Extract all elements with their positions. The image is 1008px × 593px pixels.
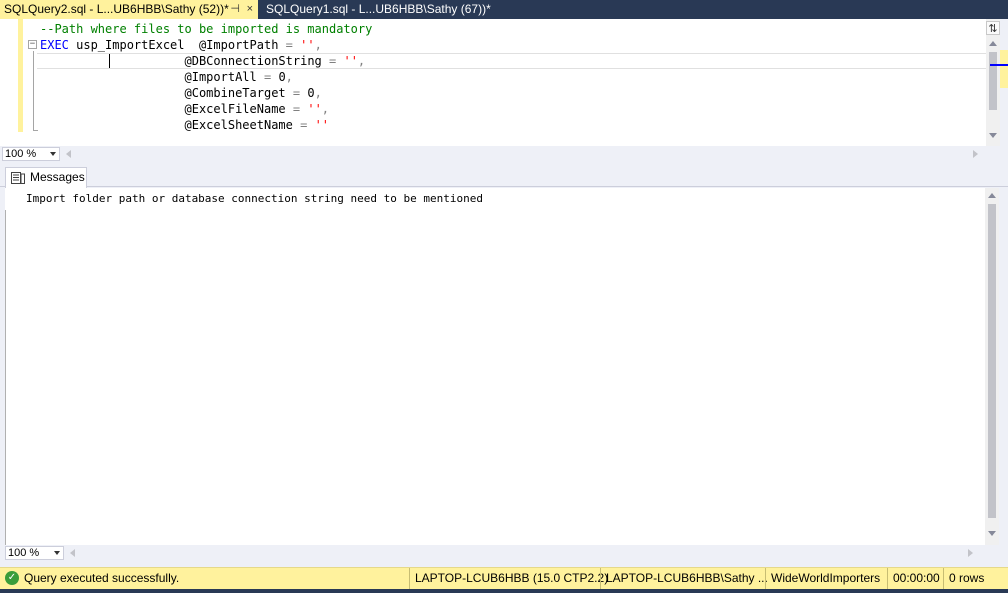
scroll-left-icon[interactable] <box>66 150 71 158</box>
fold-guide-line <box>33 51 34 131</box>
code-keyword-exec: EXEC <box>40 38 69 52</box>
chevron-down-icon[interactable] <box>50 152 56 156</box>
code-comma: , <box>285 70 293 84</box>
status-row-count: 0 rows <box>943 568 1008 589</box>
document-tab-strip: SQLQuery2.sql - L...UB6HBB\Sathy (52))* … <box>0 0 1008 19</box>
split-editor-icon[interactable]: ⇅ <box>986 21 1000 35</box>
code-operator: = <box>285 102 308 116</box>
messages-icon <box>11 172 25 184</box>
code-string: '' <box>343 54 358 68</box>
scroll-down-icon[interactable] <box>989 133 997 138</box>
code-string: '' <box>307 102 322 116</box>
query-status-bar: ✓ Query executed successfully. LAPTOP-LC… <box>0 567 1008 589</box>
status-user: LAPTOP-LCUB6HBB\Sathy ... <box>600 568 768 589</box>
editor-zoom-select[interactable]: 100 % <box>2 147 60 161</box>
code-number: 0 <box>278 70 286 84</box>
collapse-icon[interactable]: − <box>28 40 37 49</box>
window-bottom-edge <box>0 589 1008 593</box>
code-number: 0 <box>307 86 315 100</box>
code-string: '' <box>314 118 330 132</box>
scroll-right-icon[interactable] <box>973 150 978 158</box>
editor-zoom-bar: 100 % <box>0 146 986 162</box>
zoom-value: 100 % <box>5 148 37 160</box>
scroll-up-icon[interactable] <box>989 41 997 46</box>
code-param: @ExcelFileName <box>184 102 286 116</box>
tab-sqlquery2[interactable]: SQLQuery2.sql - L...UB6HBB\Sathy (52))* … <box>0 0 258 19</box>
message-text: Import folder path or database connectio… <box>26 192 483 205</box>
results-tab-strip: Messages <box>0 165 1008 188</box>
results-zoom-bar: 100 % <box>0 545 1008 561</box>
code-string: '' <box>300 38 315 52</box>
code-comma: , <box>321 102 330 116</box>
query-editor[interactable]: − --Path where files to be imported is m… <box>0 19 986 146</box>
messages-pane[interactable]: Import folder path or database connectio… <box>5 188 985 545</box>
code-operator: = <box>292 118 315 132</box>
status-server: LAPTOP-LCUB6HBB (15.0 CTP2.2) <box>409 568 608 589</box>
scrollbar-change-marker <box>1000 50 1008 88</box>
zoom-value: 100 % <box>8 547 40 559</box>
messages-vertical-scrollbar[interactable] <box>985 188 999 545</box>
chevron-down-icon[interactable] <box>54 551 60 555</box>
code-param: @DBConnectionString <box>184 54 322 68</box>
code-operator: = <box>278 38 301 52</box>
scroll-left-icon[interactable] <box>70 549 75 557</box>
code-param: @CombineTarget <box>184 86 286 100</box>
code-operator: = <box>321 54 344 68</box>
scroll-up-icon[interactable] <box>988 193 996 198</box>
tab-label: SQLQuery2.sql - L...UB6HBB\Sathy (52))* <box>4 2 229 16</box>
messages-left-border <box>5 210 6 545</box>
tab-sqlquery1[interactable]: SQLQuery1.sql - L...UB6HBB\Sathy (67))* <box>262 0 492 19</box>
scroll-down-icon[interactable] <box>988 531 996 536</box>
code-param: @ImportAll <box>184 70 257 84</box>
status-database: WideWorldImporters <box>765 568 887 589</box>
code-comma: , <box>357 54 366 68</box>
close-tab-icon[interactable]: × <box>247 0 253 19</box>
success-check-icon: ✓ <box>5 571 19 585</box>
code-param: @ImportPath <box>198 38 279 52</box>
tab-label: SQLQuery1.sql - L...UB6HBB\Sathy (67))* <box>266 2 491 16</box>
code-operator: = <box>256 70 279 84</box>
code-comment: --Path where files to be imported is man… <box>40 22 373 36</box>
code-param: @ExcelSheetName <box>184 118 293 132</box>
status-message: Query executed successfully. <box>24 571 180 585</box>
code-comma: , <box>314 86 322 100</box>
pin-icon[interactable]: ⊣ <box>230 0 240 19</box>
code-comma: , <box>314 38 322 52</box>
fold-guide-end <box>33 130 38 131</box>
tab-messages-label: Messages <box>30 170 85 184</box>
change-tracking-bar <box>18 19 23 132</box>
scrollbar-thumb[interactable] <box>989 52 997 110</box>
code-operator: = <box>285 86 308 100</box>
editor-vertical-scrollbar[interactable]: ⇅ <box>986 19 1000 146</box>
scrollbar-caret-marker <box>990 64 1008 66</box>
tab-messages[interactable]: Messages <box>5 167 87 188</box>
code-text[interactable]: --Path where files to be imported is man… <box>40 21 372 133</box>
scroll-right-icon[interactable] <box>968 549 973 557</box>
status-elapsed-time: 00:00:00 <box>887 568 943 589</box>
scrollbar-thumb[interactable] <box>988 204 996 518</box>
code-proc-name: usp_ImportExcel <box>68 38 199 52</box>
results-zoom-select[interactable]: 100 % <box>5 546 64 560</box>
